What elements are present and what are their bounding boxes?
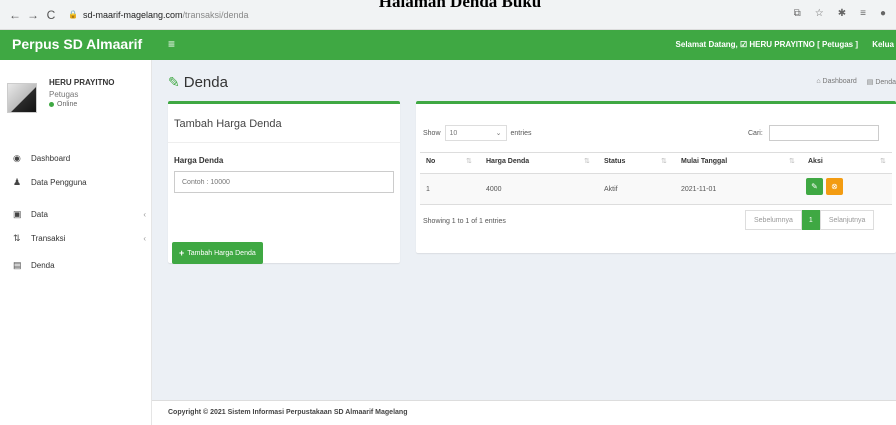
search-label: Cari: [748,129,763,137]
sidebar-item-label: Denda [31,260,55,270]
sidebar-item-label: Transaksi [31,233,66,243]
sidebar-item-data-pengguna[interactable]: ♟ Data Pengguna [13,173,146,191]
reload-icon[interactable]: C [42,8,60,22]
fine-amount-label: Harga Denda [174,156,224,165]
page-title: ✎ Denda [168,74,228,91]
breadcrumb-current: ▤ Denda [866,79,896,86]
pagination-prev[interactable]: Sebelumnya [745,210,802,230]
url-path: /transaksi/denda [182,9,249,20]
sidebar-item-label: Data Pengguna [31,177,87,187]
edit-icon: ✎ [811,182,818,191]
table-top-border [420,152,892,153]
table-bottom-border [420,204,892,205]
profile-icon[interactable]: ● [880,8,886,19]
form-title: Tambah Harga Denda [174,118,282,130]
column-header-tanggal[interactable]: Mulai Tanggal [681,158,727,165]
logout-link[interactable]: Kelua [872,40,894,49]
user-icon: ♟ [13,176,22,187]
add-fine-form-box: Tambah Harga Denda Harga Denda [168,101,400,263]
user-status-label: Online [57,101,78,108]
money-icon: ▤ [13,259,22,270]
transaction-icon: ⇅ [13,232,21,243]
footer-copyright: Copyright © 2021 Sistem Informasi Perpus… [168,409,408,416]
footer: Copyright © 2021 Sistem Informasi Perpus… [152,400,896,425]
user-role: Petugas [49,90,79,99]
add-fine-button[interactable]: + Tambah Harga Denda [172,242,263,264]
column-header-no[interactable]: No [426,158,435,165]
chevron-down-icon: ⌄ [495,130,502,137]
sidebar-item-data[interactable]: ▣ Data ‹ [13,205,146,223]
app-brand[interactable]: Perpus SD Almaarif [12,36,142,52]
cell-no: 1 [426,186,430,193]
sidebar-item-label: Data [31,209,48,219]
lock-icon: 🔒 [68,10,78,19]
breadcrumb-home[interactable]: ⌂ Dashboard [816,78,856,86]
pagination: Sebelumnya 1 Selanjutnya [745,210,875,230]
cell-harga: 4000 [486,186,502,193]
chevron-left-icon: ‹ [143,233,146,243]
sidebar-item-label: Dashboard [31,153,71,163]
bookmark-star-icon[interactable]: ☆ [815,8,824,19]
sidebar: HERU PRAYITNO Petugas Online ◉ Dashboard… [0,60,152,425]
sidebar-item-transaksi[interactable]: ⇅ Transaksi ‹ [13,229,146,247]
sort-icon[interactable]: ⇅ [789,157,795,165]
user-status: Online [49,101,77,108]
pagination-next[interactable]: Selanjutnya [819,210,875,230]
table-info: Showing 1 to 1 of 1 entries [423,218,506,225]
welcome-user-link[interactable]: Selamat Datang, ☑ HERU PRAYITNO [ Petuga… [676,40,858,49]
url-host: sd-maarif-magelang.com [82,9,183,20]
sort-icon[interactable]: ⇅ [880,157,886,165]
top-navbar: Perpus SD Almaarif ≡ Selamat Datang, ☑ H… [0,30,896,60]
plus-icon: + [179,248,185,258]
divider [168,142,400,143]
table-search: Cari: [748,125,879,141]
show-label: Show [423,129,441,137]
edit-button[interactable]: ✎ [806,178,823,195]
edit-icon: ✎ [168,74,180,90]
fine-amount-input[interactable] [174,171,394,193]
column-header-aksi[interactable]: Aksi [808,158,823,165]
breadcrumb: ⌂ Dashboard ▤ Denda [816,78,896,86]
add-fine-button-label: Tambah Harga Denda [187,249,256,257]
chevron-left-icon: ‹ [143,209,146,219]
online-dot-icon [49,102,54,107]
sidebar-item-dashboard[interactable]: ◉ Dashboard [13,149,146,167]
back-icon[interactable]: ← [6,8,24,22]
user-name: HERU PRAYITNO [49,78,115,87]
entries-label: entries [510,129,532,137]
pagination-page-1[interactable]: 1 [801,210,820,230]
extensions-icon[interactable]: ✱ [838,8,846,19]
reading-list-icon[interactable]: ≡ [860,8,866,19]
main-content: ✎ Denda ⌂ Dashboard ▤ Denda Tambah Harga… [152,60,896,400]
column-header-harga[interactable]: Harga Denda [486,158,529,165]
page-length-select[interactable]: 10 ⌄ [444,125,507,141]
page-title-text: Denda [183,74,228,91]
delete-button[interactable]: ⊗ [826,178,843,195]
folder-icon: ▣ [13,208,22,219]
sort-icon[interactable]: ⇅ [661,157,667,165]
menu-toggle-icon[interactable]: ≡ [168,37,175,51]
page-length-control: Show 10 ⌄ entries [423,125,532,141]
sort-icon[interactable]: ⇅ [584,157,590,165]
sort-icon[interactable]: ⇅ [466,157,472,165]
browser-actions: ⧉ ☆ ✱ ≡ ● [794,8,886,19]
user-panel: HERU PRAYITNO Petugas Online [7,70,147,126]
page-caption: Halaman Denda Buku [378,0,542,11]
cell-status: Aktif [604,186,618,193]
sidebar-item-denda[interactable]: ▤ Denda [13,256,146,274]
page-length-value: 10 [449,129,458,137]
delete-icon: ⊗ [831,182,838,191]
column-header-status[interactable]: Status [604,158,625,165]
forward-icon[interactable]: → [24,8,42,22]
fine-table-box: Show 10 ⌄ entries Cari: No ⇅ Harga Denda… [416,101,896,253]
search-input[interactable] [768,125,879,141]
cell-tanggal: 2021-11-01 [681,186,717,193]
avatar [7,83,37,113]
share-icon[interactable]: ⧉ [794,8,801,19]
address-bar[interactable]: 🔒 sd-maarif-magelang.com /transaksi/dend… [68,10,249,20]
dashboard-icon: ◉ [13,152,21,163]
